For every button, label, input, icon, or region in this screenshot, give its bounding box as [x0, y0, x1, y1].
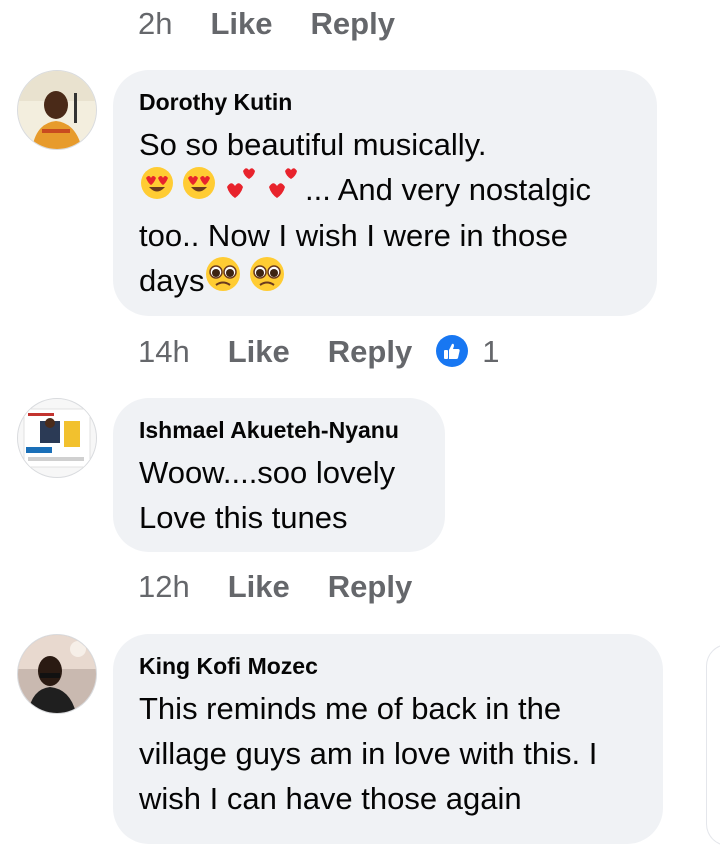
- reaction-count: 1: [482, 333, 500, 369]
- comment-text-line: days: [139, 255, 631, 305]
- two-hearts-emoji: [221, 165, 263, 213]
- thumbs-up-icon: [436, 335, 469, 367]
- comment-text-line: wish I can have those again: [139, 781, 522, 816]
- like-button[interactable]: Like: [228, 571, 290, 602]
- comment-bubble: Dorothy Kutin So so beautiful musically.: [113, 70, 657, 316]
- comment-text-line: village guys am in love with this. I: [139, 736, 598, 771]
- comment-text-line: Love this tunes: [139, 500, 348, 535]
- comment-text: Woow....soo lovely Love this tunes: [139, 450, 419, 540]
- comment-timestamp: 2h: [138, 6, 173, 41]
- heart-eyes-emoji: [139, 165, 175, 213]
- comment-text: This reminds me of back in the village g…: [139, 686, 637, 821]
- avatar[interactable]: [17, 70, 97, 150]
- comment-timestamp: 12h: [138, 569, 190, 604]
- comment-author[interactable]: Dorothy Kutin: [139, 88, 631, 116]
- like-button[interactable]: Like: [228, 336, 290, 367]
- comment-bubble: Ishmael Akueteh-Nyanu Woow....soo lovely…: [113, 398, 445, 552]
- avatar[interactable]: [17, 634, 97, 714]
- comment-actions: 12h Like Reply: [138, 571, 412, 602]
- comment-actions: 14h Like Reply 1: [138, 335, 499, 367]
- comment-author[interactable]: Ishmael Akueteh-Nyanu: [139, 416, 419, 444]
- comment-text-line: ... And very nostalgic: [305, 172, 592, 207]
- comment-text-line: Woow....soo lovely: [139, 455, 396, 490]
- comment-actions: 2h Like Reply: [138, 8, 395, 39]
- comment-text-line: This reminds me of back in the: [139, 691, 562, 726]
- reply-button[interactable]: Reply: [328, 571, 412, 602]
- comment-author[interactable]: King Kofi Mozec: [139, 652, 637, 680]
- comment-bubble: King Kofi Mozec This reminds me of back …: [113, 634, 663, 844]
- comment-text-line: days: [139, 262, 205, 298]
- reply-button[interactable]: Reply: [311, 8, 395, 39]
- comment-text: So so beautiful musically. ... And very …: [139, 122, 631, 305]
- pleading-face-emoji: [248, 255, 286, 305]
- avatar[interactable]: [17, 398, 97, 478]
- comment-timestamp: 14h: [138, 333, 190, 369]
- reaction-summary[interactable]: 1: [436, 335, 499, 367]
- comment-text-line: ... And very nostalgic: [139, 165, 631, 213]
- comment-text-line: too.. Now I wish I were in those: [139, 217, 569, 253]
- two-hearts-emoji: [263, 165, 305, 213]
- comment-text-line: So so beautiful musically.: [139, 127, 487, 162]
- side-panel-edge: [706, 644, 720, 846]
- like-button[interactable]: Like: [210, 8, 272, 39]
- heart-eyes-emoji: [181, 165, 217, 213]
- reply-button[interactable]: Reply: [328, 336, 412, 367]
- pleading-face-emoji: [204, 255, 242, 305]
